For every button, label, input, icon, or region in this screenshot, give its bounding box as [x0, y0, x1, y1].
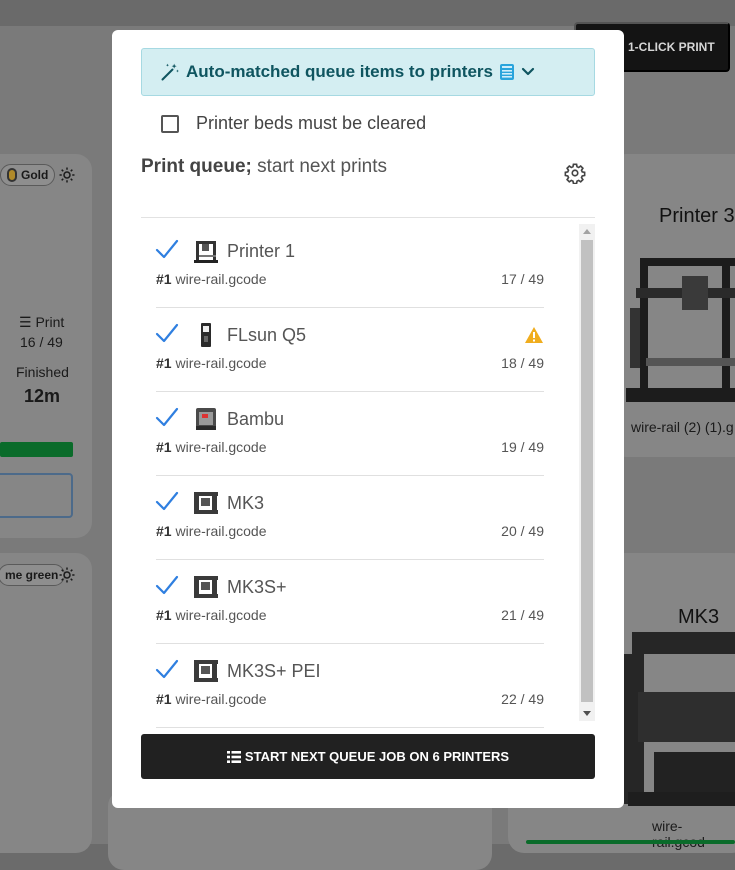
filament-chip: Gold — [0, 164, 56, 186]
job-count: 22 / 49 — [501, 691, 544, 707]
filament-name: Gold — [21, 168, 49, 182]
job-count: 20 / 49 — [501, 523, 544, 539]
printer-name: MK3S+ — [227, 577, 287, 597]
magic-wand-icon — [161, 63, 179, 81]
finished-time: 12m — [24, 386, 61, 406]
job-index: #1 — [156, 355, 172, 371]
queue-item[interactable]: Bambu #1 wire-rail.gcode 19 / 49 — [155, 392, 544, 476]
delta-printer-icon — [193, 322, 219, 348]
queue-item[interactable]: MK3S+ PEI #1 wire-rail.gcode 22 / 49 — [155, 644, 544, 728]
print-label: ☰ Print — [19, 314, 64, 331]
job-count: 18 / 49 — [501, 355, 544, 371]
queue-item[interactable]: MK3 #1 wire-rail.gcode 20 / 49 — [155, 476, 544, 560]
file-name-right-2: wire-rail.gcod — [652, 818, 705, 850]
job-file-name: wire-rail.gcode — [175, 523, 267, 539]
book-icon — [499, 64, 514, 80]
bambu-printer-icon — [193, 406, 219, 432]
gear-icon[interactable] — [58, 166, 76, 184]
divider — [141, 217, 595, 218]
prusa-printer-icon — [193, 490, 219, 516]
printer-name: Bambu — [227, 409, 285, 429]
job-file: #1 wire-rail.gcode — [156, 439, 267, 455]
job-file: #1 wire-rail.gcode — [156, 691, 267, 707]
job-file-name: wire-rail.gcode — [175, 271, 267, 287]
title-rest: start next prints — [251, 156, 388, 177]
printer-name: MK3S+ PEI — [227, 661, 321, 681]
job-count: 19 / 49 — [501, 439, 544, 455]
filament-name-2: me green — [5, 568, 59, 582]
beds-cleared-label: Printer beds must be cleared — [196, 113, 427, 133]
printer-card-left-2 — [0, 553, 92, 853]
check-icon — [155, 238, 179, 260]
printer-name: Printer 1 — [227, 241, 296, 261]
finished-label: Finished — [16, 364, 69, 380]
banner-text: Auto-matched queue items to printers — [186, 62, 493, 81]
scroll-up-icon[interactable] — [583, 228, 591, 236]
job-file-name: wire-rail.gcode — [175, 355, 267, 371]
job-index: #1 — [156, 691, 172, 707]
beds-cleared-row: Printer beds must be cleared — [161, 113, 426, 134]
scrollbar-thumb[interactable] — [581, 240, 593, 702]
check-icon — [155, 322, 179, 344]
scrollbar[interactable] — [579, 224, 595, 721]
start-next-queue-button[interactable]: START NEXT QUEUE JOB ON 6 PRINTERS — [141, 734, 595, 779]
prusa-printer-icon — [193, 574, 219, 600]
printer-name-right: Printer 3 — [659, 205, 735, 227]
queue-item[interactable]: Printer 1 #1 wire-rail.gcode 17 / 49 — [155, 224, 544, 308]
warning-icon — [524, 326, 544, 344]
prusa-printer-icon — [193, 658, 219, 684]
beds-cleared-checkbox[interactable] — [161, 114, 179, 133]
print-queue-title: Print queue; start next prints — [141, 156, 387, 178]
check-icon — [155, 658, 179, 680]
spool-icon — [7, 168, 17, 182]
job-file: #1 wire-rail.gcode — [156, 523, 267, 539]
filament-chip-2: me green — [0, 564, 66, 586]
list-icon — [226, 750, 241, 763]
progress-bar — [0, 442, 73, 457]
printer-image-2 — [624, 632, 735, 806]
print-queue-modal: Auto-matched queue items to printers Pri… — [112, 30, 624, 808]
gear-icon[interactable] — [58, 566, 76, 584]
action-button-outline[interactable] — [0, 473, 73, 518]
title-bold: Print queue; — [141, 156, 252, 177]
ender-printer-icon — [193, 238, 219, 264]
job-file-name: wire-rail.gcode — [175, 607, 267, 623]
auto-matched-banner[interactable]: Auto-matched queue items to printers — [141, 48, 595, 96]
printer-name-right-2: MK3 — [678, 606, 720, 628]
job-index: #1 — [156, 523, 172, 539]
job-file-name: wire-rail.gcode — [175, 439, 267, 455]
print-label-text: Print — [35, 314, 65, 330]
job-index: #1 — [156, 439, 172, 455]
printer-image — [626, 258, 735, 402]
printer-name: MK3 — [227, 493, 265, 513]
check-icon — [155, 574, 179, 596]
job-count: 17 / 49 — [501, 271, 544, 287]
chevron-down-icon — [521, 67, 535, 76]
queue-list: Printer 1 #1 wire-rail.gcode 17 / 49 FLsun … — [141, 220, 595, 734]
start-button-label: START NEXT QUEUE JOB ON 6 PRINTERS — [244, 749, 510, 764]
queue-item[interactable]: MK3S+ #1 wire-rail.gcode 21 / 49 — [155, 560, 544, 644]
job-index: #1 — [156, 271, 172, 287]
job-file: #1 wire-rail.gcode — [156, 355, 267, 371]
job-index: #1 — [156, 607, 172, 623]
job-file-name: wire-rail.gcode — [175, 691, 267, 707]
check-icon — [155, 406, 179, 428]
queue-item[interactable]: FLsun Q5 #1 wire-rail.gcode 18 / 49 — [155, 308, 544, 392]
printer-name: FLsun Q5 — [227, 325, 307, 345]
job-file: #1 wire-rail.gcode — [156, 607, 267, 623]
progress-bar-right — [526, 840, 735, 844]
check-icon — [155, 490, 179, 512]
print-progress-count: 16 / 49 — [20, 334, 63, 350]
job-count: 21 / 49 — [501, 607, 544, 623]
list-icon: ☰ — [19, 314, 32, 330]
file-name-right: wire-rail (2) (1).g — [631, 419, 734, 435]
scroll-down-icon[interactable] — [583, 709, 591, 717]
gear-icon[interactable] — [564, 162, 586, 184]
job-file: #1 wire-rail.gcode — [156, 271, 267, 287]
